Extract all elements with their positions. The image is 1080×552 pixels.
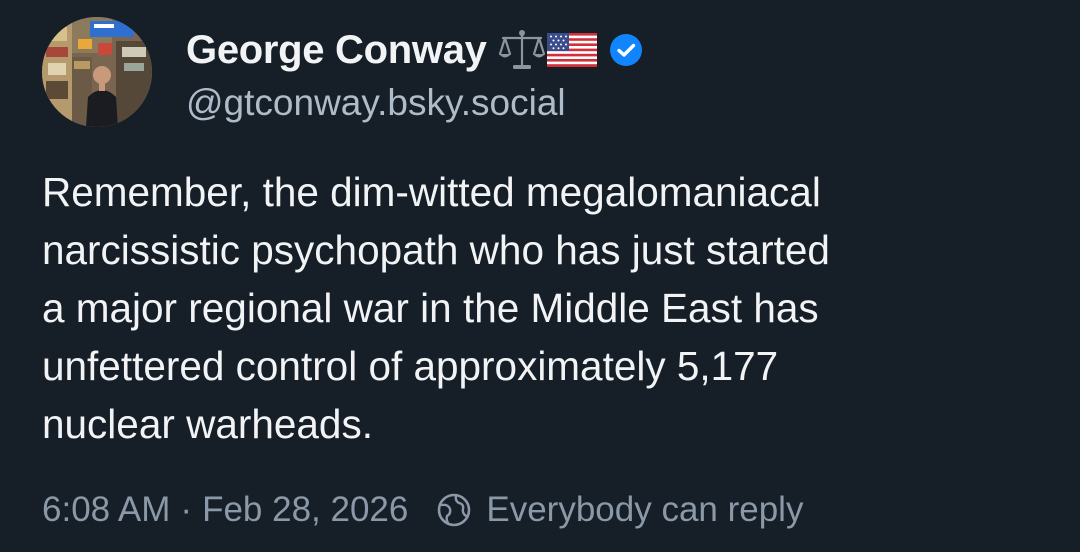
post-text-line: unfettered control of approximately 5,17… xyxy=(42,343,779,389)
avatar[interactable] xyxy=(42,17,152,127)
reply-setting-button[interactable]: Everybody can reply xyxy=(436,490,803,530)
reply-setting-label: Everybody can reply xyxy=(486,490,804,529)
author-handle[interactable]: @gtconway.bsky.social xyxy=(186,82,566,124)
verified-icon[interactable] xyxy=(609,33,643,67)
display-name[interactable]: George Conway xyxy=(186,28,487,73)
meta-separator: · xyxy=(180,490,193,529)
scales-icon xyxy=(498,30,545,69)
name-emoji-group xyxy=(497,28,643,72)
post-date: Feb 28, 2026 xyxy=(202,490,409,529)
avatar-photo xyxy=(42,17,152,127)
post-text: Remember, the dim-witted megalomaniacal … xyxy=(42,163,1052,453)
post-text-line: narcissistic psychopath who has just sta… xyxy=(42,227,830,273)
globe-icon xyxy=(438,493,471,527)
post-time: 6:08 AM xyxy=(42,490,171,529)
author-name-row: George Conway xyxy=(186,24,643,76)
post-text-line: a major regional war in the Middle East … xyxy=(42,285,819,331)
post-text-line: Remember, the dim-witted megalomaniacal xyxy=(42,169,821,215)
post-text-line: nuclear warheads. xyxy=(42,401,373,447)
post-meta: 6:08 AM · Feb 28, 2026 Everybody can rep… xyxy=(42,484,803,536)
us-flag-icon xyxy=(546,33,597,67)
post-card: George Conway @gtconway.bsky.social Reme… xyxy=(0,0,1080,552)
